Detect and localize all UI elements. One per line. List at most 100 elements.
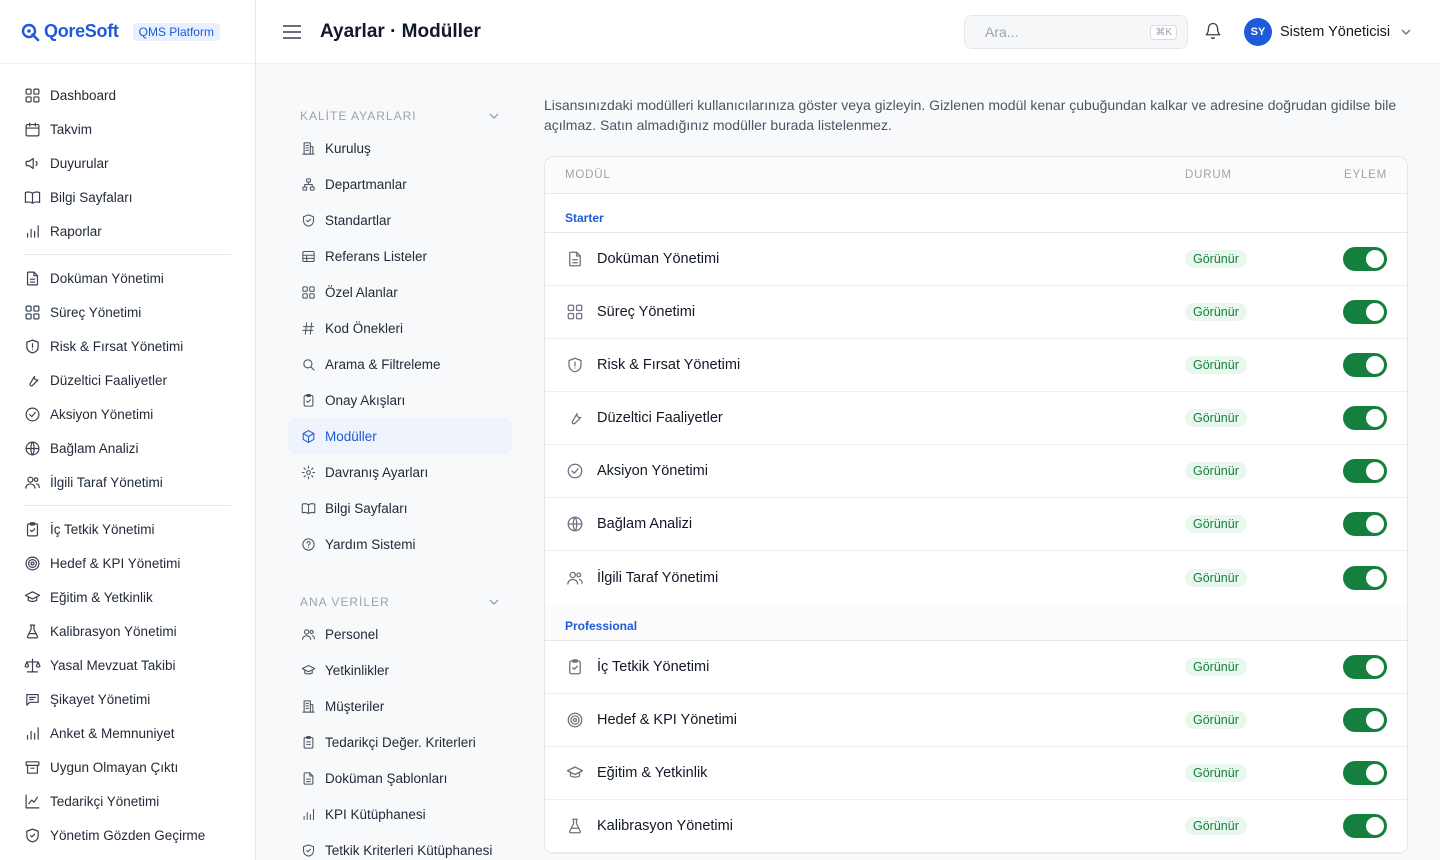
settings-nav-item-quality_items-8[interactable]: Modüller [288, 418, 512, 454]
sidebar-item-1-0[interactable]: Doküman Yönetimi [24, 261, 231, 295]
hamburger-icon [283, 24, 301, 39]
sidebar-item-1-6[interactable]: İlgili Taraf Yönetimi [24, 465, 231, 499]
top-header: Ayarlar · Modüller ⌘K SY Sistem Yönetici… [256, 0, 1440, 64]
settings-nav-item-master_items-5[interactable]: KPI Kütüphanesi [288, 796, 512, 832]
book-icon [301, 501, 316, 516]
visibility-toggle[interactable] [1343, 247, 1387, 271]
visibility-toggle[interactable] [1343, 459, 1387, 483]
visibility-toggle[interactable] [1343, 300, 1387, 324]
visibility-toggle[interactable] [1343, 512, 1387, 536]
sidebar-item-2-2[interactable]: Eğitim & Yetkinlik [24, 580, 231, 614]
status-badge: Görünür [1185, 515, 1247, 533]
visibility-toggle[interactable] [1343, 814, 1387, 838]
sidebar-item-label: Düzeltici Faaliyetler [50, 372, 168, 388]
sidebar-item-2-9[interactable]: Yönetim Gözden Geçirme [24, 818, 231, 852]
settings-nav-item-quality_items-9[interactable]: Davranış Ayarları [288, 454, 512, 490]
sidebar-item-0-4[interactable]: Raporlar [24, 214, 231, 248]
nav-divider [24, 254, 231, 255]
visibility-toggle[interactable] [1343, 761, 1387, 785]
grid-icon [566, 303, 584, 321]
quality-settings-list: Kuruluş Departmanlar Standartlar Referans L… [288, 130, 512, 562]
module-group-header: Starter [545, 194, 1407, 233]
search-box[interactable]: ⌘K [964, 15, 1188, 49]
table-row: Düzeltici Faaliyetler Görünür [545, 392, 1407, 445]
status-badge: Görünür [1185, 817, 1247, 835]
sidebar-item-label: Yasal Mevzuat Takibi [50, 657, 176, 673]
section-toggle-quality-settings[interactable]: KALİTE AYARLARI [288, 106, 512, 126]
sidebar-item-2-7[interactable]: Uygun Olmayan Çıktı [24, 750, 231, 784]
settings-nav-item-quality_items-4[interactable]: Özel Alanlar [288, 274, 512, 310]
settings-nav-item-quality_items-2[interactable]: Standartlar [288, 202, 512, 238]
sidebar-item-0-2[interactable]: Duyurular [24, 146, 231, 180]
toggle-knob [1366, 711, 1384, 729]
settings-nav-item-quality_items-10[interactable]: Bilgi Sayfaları [288, 490, 512, 526]
section-toggle-master-data[interactable]: ANA VERİLER [288, 592, 512, 612]
archive-icon [24, 759, 41, 776]
user-menu[interactable]: SY Sistem Yöneticisi [1244, 18, 1412, 46]
settings-nav-label: Özel Alanlar [325, 284, 398, 300]
scale-icon [24, 657, 41, 674]
settings-nav-item-quality_items-1[interactable]: Departmanlar [288, 166, 512, 202]
sidebar-item-2-8[interactable]: Tedarikçi Yönetimi [24, 784, 231, 818]
visibility-toggle[interactable] [1343, 655, 1387, 679]
module-name: Kalibrasyon Yönetimi [597, 818, 733, 834]
sidebar-item-2-4[interactable]: Yasal Mevzuat Takibi [24, 648, 231, 682]
settings-nav-item-master_items-1[interactable]: Yetkinlikler [288, 652, 512, 688]
settings-nav-item-master_items-3[interactable]: Tedarikçi Değer. Kriterleri [288, 724, 512, 760]
sidebar: QoreSoft QMS Platform Dashboard Takvim Duy… [0, 0, 256, 860]
search-input[interactable] [985, 24, 1135, 40]
visibility-toggle[interactable] [1343, 353, 1387, 377]
status-badge: Görünür [1185, 462, 1247, 480]
users-icon [566, 569, 584, 587]
settings-nav-item-master_items-6[interactable]: Tetkik Kriterleri Kütüphanesi [288, 832, 512, 860]
status-badge: Görünür [1185, 250, 1247, 268]
sidebar-item-label: Takvim [50, 121, 93, 137]
sidebar-item-1-3[interactable]: Düzeltici Faaliyetler [24, 363, 231, 397]
module-name: Bağlam Analizi [597, 516, 693, 532]
sidebar-item-label: Doküman Yönetimi [50, 270, 164, 286]
settings-nav-item-master_items-0[interactable]: Personel [288, 616, 512, 652]
table-header: MODÜL DURUM EYLEM [545, 157, 1407, 194]
settings-nav-item-quality_items-6[interactable]: Arama & Filtreleme [288, 346, 512, 382]
section-title: ANA VERİLER [300, 595, 390, 609]
module-group-header: Professional [545, 604, 1407, 641]
settings-nav-item-quality_items-11[interactable]: Yardım Sistemi [288, 526, 512, 562]
visibility-toggle[interactable] [1343, 708, 1387, 732]
sidebar-item-1-5[interactable]: Bağlam Analizi [24, 431, 231, 465]
sidebar-item-2-3[interactable]: Kalibrasyon Yönetimi [24, 614, 231, 648]
settings-nav-item-quality_items-3[interactable]: Referans Listeler [288, 238, 512, 274]
table-row: Aksiyon Yönetimi Görünür [545, 445, 1407, 498]
status-badge: Görünür [1185, 568, 1247, 587]
calendar-icon [24, 121, 41, 138]
graduation-cap-icon [566, 764, 584, 782]
settings-nav-label: Departmanlar [325, 176, 407, 192]
notifications-button[interactable] [1204, 22, 1222, 40]
sidebar-item-2-1[interactable]: Hedef & KPI Yönetimi [24, 546, 231, 580]
table-row: Bağlam Analizi Görünür [545, 498, 1407, 551]
sidebar-item-0-1[interactable]: Takvim [24, 112, 231, 146]
sidebar-item-0-3[interactable]: Bilgi Sayfaları [24, 180, 231, 214]
visibility-toggle[interactable] [1343, 565, 1387, 590]
shield-check-icon [301, 213, 316, 228]
sidebar-item-2-5[interactable]: Şikayet Yönetimi [24, 682, 231, 716]
settings-nav-item-master_items-4[interactable]: Doküman Şablonları [288, 760, 512, 796]
sidebar-item-2-6[interactable]: Anket & Memnuniyet [24, 716, 231, 750]
sidebar-item-label: Şikayet Yönetimi [50, 691, 151, 707]
sidebar-item-2-0[interactable]: İç Tetkik Yönetimi [24, 512, 231, 546]
settings-nav-item-master_items-2[interactable]: Müşteriler [288, 688, 512, 724]
visibility-toggle[interactable] [1343, 406, 1387, 430]
sidebar-item-1-4[interactable]: Aksiyon Yönetimi [24, 397, 231, 431]
sidebar-item-1-2[interactable]: Risk & Fırsat Yönetimi [24, 329, 231, 363]
menu-toggle-button[interactable] [282, 22, 302, 42]
help-circle-icon [301, 537, 316, 552]
table-icon [301, 249, 316, 264]
brand-logo[interactable]: QoreSoft [20, 21, 119, 42]
settings-nav-item-quality_items-5[interactable]: Kod Önekleri [288, 310, 512, 346]
building-icon [301, 699, 316, 714]
sidebar-item-0-0[interactable]: Dashboard [24, 78, 231, 112]
settings-nav-item-quality_items-7[interactable]: Onay Akışları [288, 382, 512, 418]
sidebar-item-1-1[interactable]: Süreç Yönetimi [24, 295, 231, 329]
brand: QoreSoft QMS Platform [0, 0, 255, 64]
column-header-module: MODÜL [565, 169, 611, 181]
settings-nav-item-quality_items-0[interactable]: Kuruluş [288, 130, 512, 166]
